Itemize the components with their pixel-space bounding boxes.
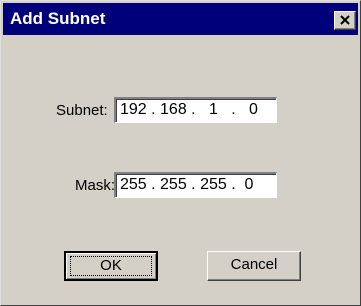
title-bar[interactable]: Add Subnet xyxy=(3,3,358,35)
subnet-input[interactable]: 192 . 168 . 1 . 0 xyxy=(114,97,277,123)
subnet-label: Subnet: xyxy=(56,102,108,119)
window-title: Add Subnet xyxy=(10,9,106,28)
cancel-button-label: Cancel xyxy=(230,256,278,273)
close-button[interactable] xyxy=(334,11,356,30)
close-x-icon xyxy=(340,15,350,25)
mask-input[interactable]: 255 . 255 . 255 . 0 xyxy=(114,172,277,198)
ok-button-label: OK xyxy=(100,257,122,274)
add-subnet-dialog: Add Subnet Subnet: 192 . 168 . 1 . 0 Mas… xyxy=(0,0,361,306)
ok-button[interactable]: OK xyxy=(64,251,158,281)
mask-label: Mask: xyxy=(75,177,116,194)
cancel-button[interactable]: Cancel xyxy=(207,251,301,281)
